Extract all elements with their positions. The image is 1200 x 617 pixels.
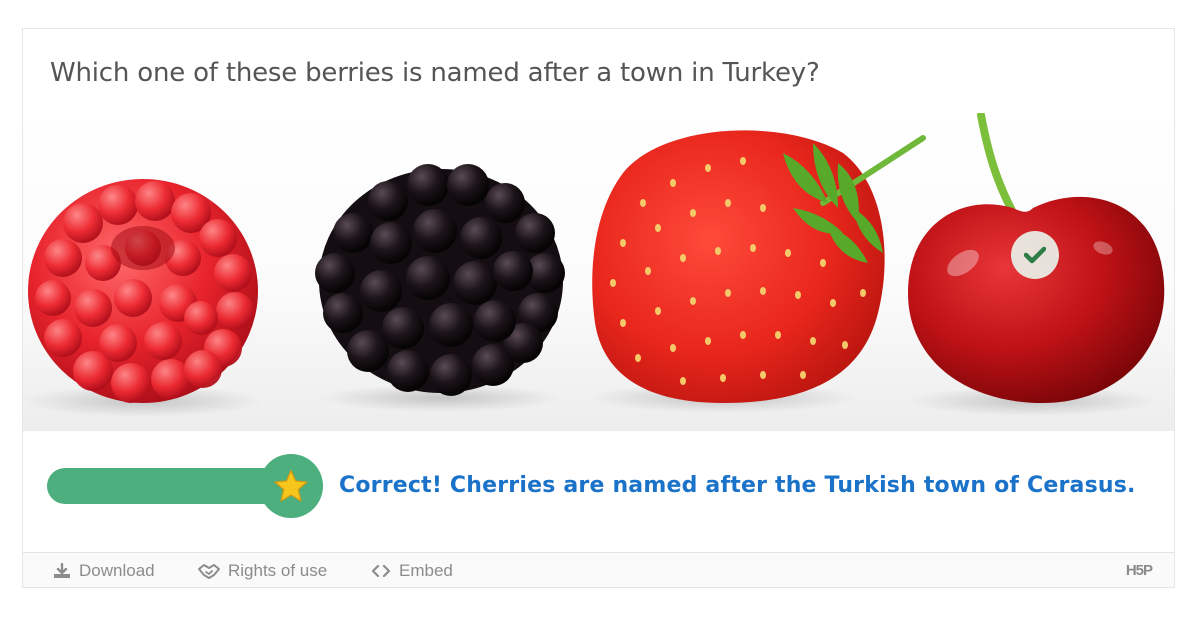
feedback-text: Correct! Cherries are named after the Tu…: [339, 473, 1136, 498]
h5p-content-frame: Which one of these berries is named afte…: [22, 28, 1175, 588]
star-icon: [274, 469, 308, 502]
rights-of-use-button[interactable]: Rights of use: [198, 561, 327, 581]
embed-button[interactable]: Embed: [371, 561, 453, 581]
download-button[interactable]: Download: [53, 561, 155, 581]
selected-hotspot-checkmark[interactable]: [1011, 231, 1059, 279]
rights-of-use-label: Rights of use: [228, 561, 328, 580]
berries-illustration: [23, 113, 1165, 417]
question-title: Which one of these berries is named afte…: [50, 58, 820, 88]
strawberry-fruit: [592, 130, 926, 403]
checkmark-icon: [1024, 246, 1046, 264]
code-icon: [371, 564, 391, 578]
h5p-logo[interactable]: H5P: [1126, 562, 1153, 579]
raspberry-fruit: [28, 179, 258, 403]
berries-image: [23, 113, 1174, 431]
handshake-icon: [198, 563, 220, 579]
download-icon: [53, 563, 71, 579]
h5p-footer: Download Rights of use Embed H5P: [23, 552, 1174, 587]
download-label: Download: [79, 561, 155, 580]
blackberry-fruit: [315, 164, 565, 396]
score-star-badge: [259, 454, 323, 518]
embed-label: Embed: [399, 561, 453, 580]
